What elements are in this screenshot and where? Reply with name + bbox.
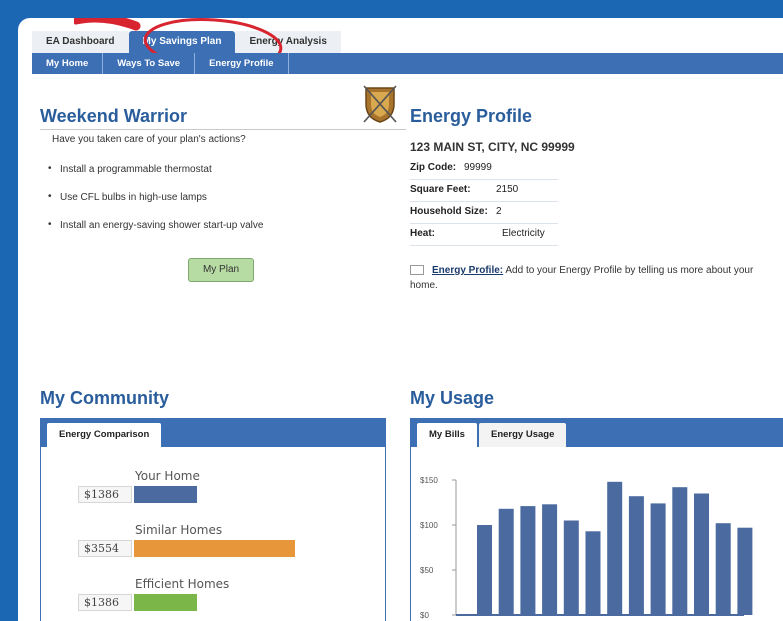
bill-bar[interactable] <box>585 531 601 615</box>
section-divider <box>40 129 406 130</box>
y-tick-label: $150 <box>420 476 438 485</box>
bill-bar[interactable] <box>737 527 753 615</box>
app-frame: EA Dashboard My Savings Plan Energy Anal… <box>18 18 783 621</box>
bill-bar[interactable] <box>498 508 514 615</box>
sub-navigation: My Home Ways To Save Energy Profile <box>32 53 783 74</box>
subnav-energy-profile[interactable]: Energy Profile <box>195 53 289 74</box>
energy-profile-link-text: Energy Profile: Add to your Energy Profi… <box>410 263 770 293</box>
energy-profile-link[interactable]: Energy Profile: <box>432 265 503 276</box>
y-tick-label: $0 <box>420 611 429 620</box>
profile-row-sqft: Square Feet: 2150 <box>410 180 558 202</box>
profile-label: Zip Code: <box>410 162 457 173</box>
action-item: Install an energy-saving shower start-up… <box>48 219 263 231</box>
comparison-bar <box>134 486 197 503</box>
my-usage-title: My Usage <box>410 388 495 408</box>
profile-label: Household Size: <box>410 206 488 217</box>
profile-label: Heat: <box>410 228 436 239</box>
profile-value: 2 <box>496 206 502 217</box>
y-tick-label: $100 <box>420 521 438 530</box>
bill-bar[interactable] <box>715 523 731 615</box>
bill-bar[interactable] <box>563 520 579 616</box>
tab-ea-dashboard[interactable]: EA Dashboard <box>32 31 129 53</box>
bill-bar[interactable] <box>477 525 492 615</box>
document-icon <box>410 265 424 276</box>
subnav-ways-to-save[interactable]: Ways To Save <box>103 53 196 74</box>
bill-bar[interactable] <box>542 504 558 615</box>
weekend-warrior-title: Weekend Warrior <box>40 106 188 126</box>
bill-bar[interactable] <box>650 503 666 615</box>
my-plan-button[interactable]: My Plan <box>188 258 254 282</box>
profile-value: 2150 <box>496 184 519 195</box>
address: 123 MAIN ST, CITY, NC 99999 <box>410 140 575 154</box>
weekend-warrior-badge-icon <box>363 85 397 123</box>
profile-row-zip: Zip Code: 99999 <box>410 158 558 180</box>
weekend-warrior-question: Have you taken care of your plan's actio… <box>52 134 246 145</box>
bills-bar-chart: $150 $100 $50 $0 <box>420 476 753 620</box>
comparison-label: Efficient Homes <box>135 577 230 591</box>
my-community-title: My Community <box>40 388 170 408</box>
profile-row-heat: Heat: Electricity <box>410 224 558 246</box>
subnav-my-home[interactable]: My Home <box>32 53 104 74</box>
bill-bar[interactable] <box>694 493 709 616</box>
bill-bar[interactable] <box>607 481 623 615</box>
bill-bar[interactable] <box>628 496 644 615</box>
profile-value: 99999 <box>464 162 492 173</box>
profile-row-household: Household Size: 2 <box>410 202 558 224</box>
bill-bar[interactable] <box>520 506 536 615</box>
profile-value: Electricity <box>502 228 545 239</box>
comparison-label: Your Home <box>135 469 200 483</box>
y-tick-label: $50 <box>420 566 434 575</box>
energy-profile-title: Energy Profile <box>410 106 533 126</box>
action-item: Use CFL bulbs in high-use lamps <box>48 191 263 203</box>
comparison-value: $3554 <box>78 540 132 557</box>
comparison-value: $1386 <box>78 594 132 611</box>
bill-bar[interactable] <box>672 487 688 615</box>
action-list: Install a programmable thermostat Use CF… <box>48 163 263 248</box>
action-item: Install a programmable thermostat <box>48 163 263 175</box>
comparison-label: Similar Homes <box>135 523 223 537</box>
profile-label: Square Feet: <box>410 184 471 195</box>
comparison-bar <box>134 540 295 557</box>
tab-energy-comparison[interactable]: Energy Comparison <box>47 423 162 447</box>
tab-energy-usage[interactable]: Energy Usage <box>479 423 567 447</box>
comparison-value: $1386 <box>78 486 132 503</box>
tab-my-bills[interactable]: My Bills <box>417 423 477 447</box>
comparison-bar <box>134 594 197 611</box>
